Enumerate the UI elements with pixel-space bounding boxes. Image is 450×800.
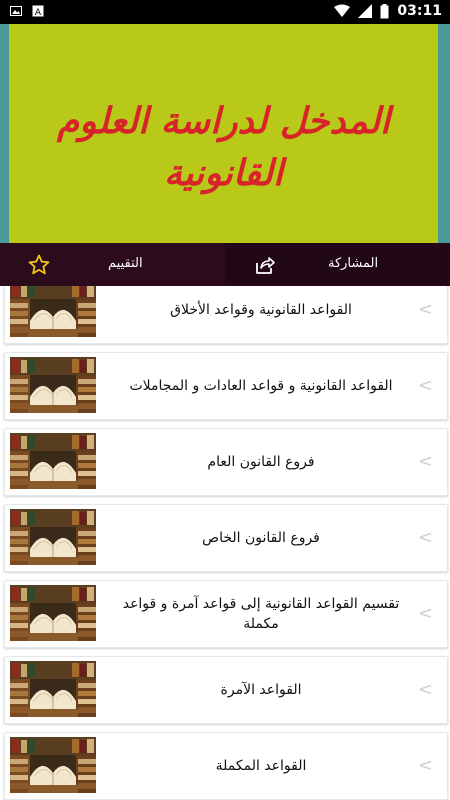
svg-text:A: A [35,8,42,17]
share-button[interactable]: المشاركة [225,243,450,286]
banner-title-line1: المدخل لدراسة العلوم [56,101,391,142]
chevron-icon: < [417,679,433,700]
list-item-title: القواعد الآمرة [220,682,302,698]
list-item[interactable]: القواعد الآمرة < [4,656,448,724]
list-item[interactable]: القواعد القانونية وقواعد الأخلاق < [4,286,448,344]
chevron-icon: < [417,603,433,624]
banner-title: المدخل لدراسة العلوم القانونية [9,96,438,200]
books-thumbnail [10,585,96,641]
list-item-title: القواعد القانونية و قواعد العادات و المج… [129,378,393,394]
banner-title-line2: القانونية [164,153,283,194]
books-thumbnail [10,509,96,565]
banner: المدخل لدراسة العلوم القانونية [0,24,450,243]
text-a-icon: A [32,5,44,17]
list-item-title: القواعد المكملة [215,758,307,774]
status-bar: A 03:11 [0,0,450,24]
list-item[interactable]: القواعد القانونية و قواعد العادات و المج… [4,352,448,420]
list-item[interactable]: فروع القانون الخاص < [4,504,448,572]
clock: 03:11 [397,3,442,19]
chevron-icon: < [417,755,433,776]
chevron-icon: < [417,375,433,396]
list-item-title: تقسيم القواعد القانونية إلى قواعد آمرة و… [122,596,400,632]
rate-label: التقييم [108,256,143,271]
list-item-title: فروع القانون الخاص [202,530,320,546]
books-thumbnail [10,357,96,413]
signal-icon [358,4,373,18]
banner-image: المدخل لدراسة العلوم القانونية [9,24,438,243]
chevron-icon: < [417,527,433,548]
list-item[interactable]: القواعد المكملة < [4,732,448,800]
books-thumbnail [10,661,96,717]
list-item-title: فروع القانون العام [207,454,315,470]
list-item-title: القواعد القانونية وقواعد الأخلاق [170,302,352,318]
battery-icon [380,3,389,18]
list-item[interactable]: تقسيم القواعد القانونية إلى قواعد آمرة و… [4,580,448,648]
books-thumbnail [10,286,96,337]
books-thumbnail [10,737,96,793]
image-icon [10,6,22,16]
share-icon [256,257,275,274]
books-thumbnail [10,433,96,489]
wifi-icon [334,4,351,17]
list-item[interactable]: فروع القانون العام < [4,428,448,496]
action-bar: التقييم المشاركة [0,243,450,286]
rate-button[interactable]: التقييم [0,243,225,286]
chevron-icon: < [417,451,433,472]
star-icon [28,254,50,275]
share-label: المشاركة [328,256,379,271]
topic-list: القواعد القانونية وقواعد الأخلاق < القوا… [0,286,450,800]
chevron-icon: < [417,299,433,320]
